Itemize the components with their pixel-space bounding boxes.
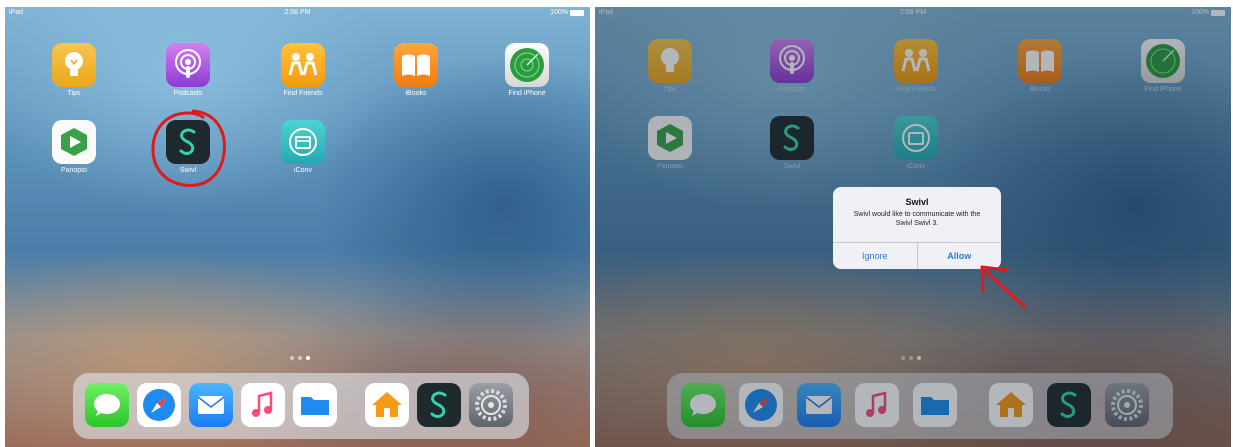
- alert-title: Swivl: [905, 197, 929, 207]
- lightbulb-icon: [52, 43, 96, 87]
- app-label: iConv: [294, 167, 312, 174]
- page-indicator: [290, 356, 310, 360]
- app-find-iphone[interactable]: Find iPhone: [487, 43, 567, 97]
- app-iconv[interactable]: iConv: [263, 120, 343, 174]
- clock: 2:56 PM: [284, 9, 311, 16]
- home-screen-left: iPad 2:56 PM 100% Tips Podcasts Find Fri…: [5, 7, 590, 447]
- battery-icon: [570, 9, 584, 16]
- app-label: Find iPhone: [508, 90, 546, 97]
- app-tips[interactable]: Tips: [34, 43, 114, 97]
- house-icon[interactable]: [365, 383, 409, 427]
- iconv-icon: [281, 120, 325, 164]
- messages-icon[interactable]: [85, 383, 129, 427]
- friends-icon: [281, 43, 325, 87]
- panopto-icon: [52, 120, 96, 164]
- page-dot-active: [306, 356, 310, 360]
- book-icon: [394, 43, 438, 87]
- swivl-icon[interactable]: [417, 383, 461, 427]
- folder-icon[interactable]: [293, 383, 337, 427]
- safari-icon[interactable]: [137, 383, 181, 427]
- battery-indicator: 100%: [550, 9, 584, 16]
- battery-percent: 100%: [550, 9, 568, 16]
- app-podcasts[interactable]: Podcasts: [148, 43, 228, 97]
- annotation-circle: [151, 109, 226, 187]
- gear-icon[interactable]: [469, 383, 513, 427]
- podcast-icon: [166, 43, 210, 87]
- app-ibooks[interactable]: iBooks: [376, 43, 456, 97]
- music-note-icon[interactable]: [241, 383, 285, 427]
- app-label: Tips: [67, 90, 81, 97]
- annotation-arrow: [980, 265, 1027, 309]
- app-label: Podcasts: [173, 90, 203, 97]
- alert-message: Swivl would like to communicate with the…: [853, 211, 981, 227]
- app-panopto[interactable]: Panopto: [34, 120, 114, 174]
- mail-icon[interactable]: [189, 383, 233, 427]
- home-screen-right: iPad 2:58 PM 100% Tips Podcasts Find Fri…: [595, 7, 1231, 447]
- ignore-button[interactable]: Ignore: [833, 243, 917, 269]
- radar-icon: [505, 43, 549, 87]
- app-label: Find Friends: [283, 90, 323, 97]
- app-find-friends[interactable]: Find Friends: [263, 43, 343, 97]
- page-dot: [298, 356, 302, 360]
- app-label: iBooks: [405, 90, 427, 97]
- page-dot: [290, 356, 294, 360]
- app-label: Panopto: [60, 167, 88, 174]
- status-bar: iPad 2:56 PM 100%: [5, 7, 590, 19]
- dock: [73, 373, 529, 439]
